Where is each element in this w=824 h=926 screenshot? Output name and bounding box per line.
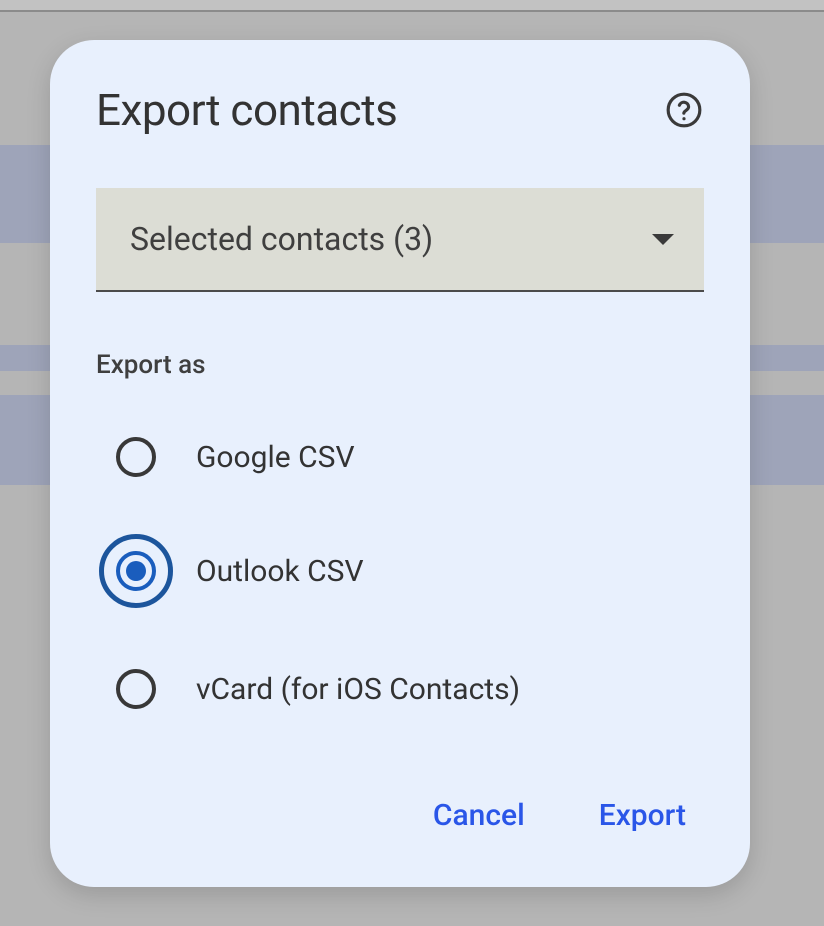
background-stripe [0, 0, 824, 12]
radio-label: Outlook CSV [196, 554, 364, 589]
chevron-down-icon [652, 234, 674, 245]
radio-label: vCard (for iOS Contacts) [196, 672, 520, 707]
radio-icon [116, 669, 156, 709]
radio-label: Google CSV [196, 440, 355, 475]
help-button[interactable] [664, 90, 704, 130]
radio-option-google-csv[interactable]: Google CSV [116, 420, 704, 494]
radio-icon [116, 437, 156, 477]
export-button[interactable]: Export [595, 790, 690, 841]
dialog-actions: Cancel Export [96, 790, 704, 841]
export-format-radio-group: Google CSV Outlook CSV vCard (for iOS Co… [96, 420, 704, 726]
help-icon [665, 91, 703, 129]
radio-option-vcard[interactable]: vCard (for iOS Contacts) [116, 652, 704, 726]
dialog-header: Export contacts [96, 84, 704, 136]
export-as-label: Export as [96, 350, 704, 380]
radio-option-outlook-csv[interactable]: Outlook CSV [116, 534, 704, 608]
contacts-selection-dropdown[interactable]: Selected contacts (3) [96, 188, 704, 292]
radio-focus-ring [99, 534, 173, 608]
cancel-button[interactable]: Cancel [429, 790, 529, 841]
radio-icon [116, 551, 156, 591]
dialog-title: Export contacts [96, 84, 397, 136]
export-contacts-dialog: Export contacts Selected contacts (3) Ex… [50, 40, 750, 887]
dropdown-label: Selected contacts (3) [130, 220, 433, 258]
